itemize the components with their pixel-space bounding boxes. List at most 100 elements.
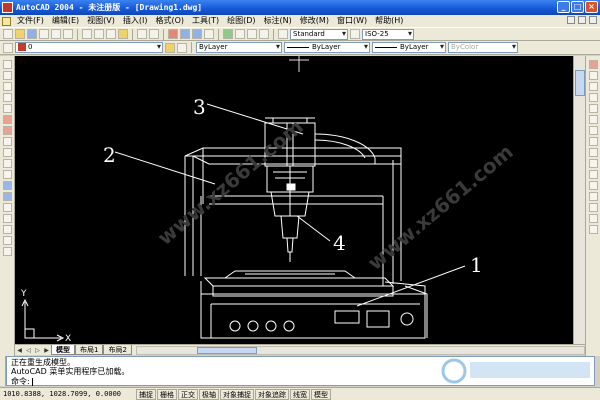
- arc-icon[interactable]: [3, 115, 12, 124]
- ellipse-arc-icon[interactable]: [3, 170, 12, 179]
- insert-block-icon[interactable]: [3, 181, 12, 190]
- command-window[interactable]: 正在重生成模型。 AutoCAD 菜单实用程序已加载。 命令:: [6, 356, 595, 386]
- break-icon[interactable]: [589, 192, 598, 201]
- move-icon[interactable]: [589, 115, 598, 124]
- otrack-toggle[interactable]: 对象追踪: [255, 388, 289, 400]
- point-icon[interactable]: [3, 203, 12, 212]
- first-tab-arrow-icon[interactable]: ◀: [15, 346, 24, 355]
- region-icon[interactable]: [3, 225, 12, 234]
- array-icon[interactable]: [589, 104, 598, 113]
- make-object-layer-current-icon[interactable]: [165, 42, 175, 53]
- circle-icon[interactable]: [3, 126, 12, 135]
- lineweight-toggle[interactable]: 线宽: [290, 388, 310, 400]
- explode-icon[interactable]: [589, 225, 598, 234]
- print-preview-icon[interactable]: [51, 29, 61, 39]
- hatch-icon[interactable]: [3, 214, 12, 223]
- stretch-icon[interactable]: [589, 148, 598, 157]
- doc-close-button[interactable]: [589, 16, 597, 24]
- match-properties-icon[interactable]: [118, 29, 128, 39]
- cut-icon[interactable]: [82, 29, 92, 39]
- menu-insert[interactable]: 插入(I): [119, 15, 152, 27]
- tab-layout1[interactable]: 布局1: [75, 345, 104, 355]
- undo-icon[interactable]: [137, 29, 147, 39]
- menu-dimension[interactable]: 标注(N): [260, 15, 296, 27]
- offset-icon[interactable]: [589, 93, 598, 102]
- copy-icon[interactable]: [94, 29, 104, 39]
- menu-help[interactable]: 帮助(H): [371, 15, 407, 27]
- redo-icon[interactable]: [149, 29, 159, 39]
- menu-tools[interactable]: 工具(T): [188, 15, 223, 27]
- close-button[interactable]: ×: [585, 1, 598, 13]
- layer-select[interactable]: 0: [15, 42, 163, 53]
- polar-toggle[interactable]: 极轴: [199, 388, 219, 400]
- table-icon[interactable]: [3, 236, 12, 245]
- menu-file[interactable]: 文件(F): [13, 15, 48, 27]
- snap-toggle[interactable]: 捕捉: [136, 388, 156, 400]
- polyline-icon[interactable]: [3, 82, 12, 91]
- properties-icon[interactable]: [223, 29, 233, 39]
- linetype-select[interactable]: ByLayer: [284, 42, 370, 53]
- rectangle-icon[interactable]: [3, 104, 12, 113]
- vertical-scrollbar[interactable]: [573, 56, 585, 344]
- design-center-icon[interactable]: [235, 29, 245, 39]
- minimize-button[interactable]: _: [557, 1, 570, 13]
- chamfer-icon[interactable]: [589, 203, 598, 212]
- multiline-text-icon[interactable]: [3, 247, 12, 256]
- horizontal-scrollbar[interactable]: [135, 345, 585, 355]
- color-select[interactable]: ByLayer: [196, 42, 282, 53]
- doc-restore-button[interactable]: [578, 16, 586, 24]
- new-icon[interactable]: [3, 29, 13, 39]
- polygon-icon[interactable]: [3, 93, 12, 102]
- command-prompt-line[interactable]: 命令:: [11, 377, 33, 386]
- text-style-icon[interactable]: [278, 29, 288, 39]
- document-icon[interactable]: [2, 16, 11, 26]
- drawing-area[interactable]: www.xz661.com www.xz661.com 3 2 4 1 Y X: [15, 56, 585, 344]
- menu-view[interactable]: 视图(V): [83, 15, 119, 27]
- tool-palettes-icon[interactable]: [247, 29, 257, 39]
- pan-icon[interactable]: [168, 29, 178, 39]
- tab-layout2[interactable]: 布局2: [103, 345, 132, 355]
- make-block-icon[interactable]: [3, 192, 12, 201]
- save-icon[interactable]: [27, 29, 37, 39]
- doc-minimize-button[interactable]: [567, 16, 575, 24]
- menu-draw[interactable]: 绘图(D): [223, 15, 259, 27]
- grid-toggle[interactable]: 栅格: [157, 388, 177, 400]
- help-icon[interactable]: [259, 29, 269, 39]
- publish-icon[interactable]: [63, 29, 73, 39]
- ellipse-icon[interactable]: [3, 159, 12, 168]
- menu-format[interactable]: 格式(O): [151, 15, 188, 27]
- revision-cloud-icon[interactable]: [3, 137, 12, 146]
- spline-icon[interactable]: [3, 148, 12, 157]
- scale-icon[interactable]: [589, 137, 598, 146]
- layer-manager-icon[interactable]: [3, 42, 13, 53]
- lineweight-select[interactable]: ByLayer: [372, 42, 446, 53]
- next-tab-arrow-icon[interactable]: ▷: [33, 346, 42, 355]
- zoom-previous-icon[interactable]: [204, 29, 214, 39]
- maximize-button[interactable]: □: [571, 1, 584, 13]
- osnap-toggle[interactable]: 对象捕捉: [220, 388, 254, 400]
- horizontal-scroll-thumb[interactable]: [196, 346, 257, 354]
- vertical-scroll-thumb[interactable]: [575, 70, 585, 96]
- erase-icon[interactable]: [589, 60, 598, 69]
- paste-icon[interactable]: [106, 29, 116, 39]
- last-tab-arrow-icon[interactable]: ▶: [42, 346, 51, 355]
- mirror-icon[interactable]: [589, 82, 598, 91]
- zoom-window-icon[interactable]: [192, 29, 202, 39]
- print-icon[interactable]: [39, 29, 49, 39]
- break-at-point-icon[interactable]: [589, 181, 598, 190]
- tab-model[interactable]: 模型: [51, 345, 75, 355]
- construction-line-icon[interactable]: [3, 71, 12, 80]
- rotate-icon[interactable]: [589, 126, 598, 135]
- menu-edit[interactable]: 编辑(E): [48, 15, 83, 27]
- zoom-realtime-icon[interactable]: [180, 29, 190, 39]
- layer-previous-icon[interactable]: [177, 42, 187, 53]
- line-icon[interactable]: [3, 60, 12, 69]
- copy-object-icon[interactable]: [589, 71, 598, 80]
- ortho-toggle[interactable]: 正交: [178, 388, 198, 400]
- prev-tab-arrow-icon[interactable]: ◁: [24, 346, 33, 355]
- menu-modify[interactable]: 修改(M): [296, 15, 333, 27]
- open-icon[interactable]: [15, 29, 25, 39]
- model-toggle[interactable]: 模型: [311, 388, 331, 400]
- menu-window[interactable]: 窗口(W): [333, 15, 371, 27]
- text-style-select[interactable]: Standard: [290, 28, 348, 40]
